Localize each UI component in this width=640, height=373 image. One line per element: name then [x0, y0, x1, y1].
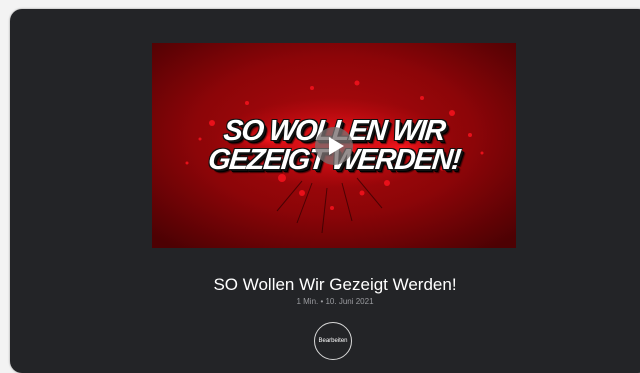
play-icon	[329, 137, 344, 155]
video-player[interactable]: SO WOLLEN WIR GEZEIGT WERDEN!	[152, 43, 516, 248]
post-meta: 1 Min. • 10. Juni 2021	[296, 297, 374, 306]
post-card: SO WOLLEN WIR GEZEIGT WERDEN! SO Wollen …	[10, 9, 640, 373]
post-title[interactable]: SO Wollen Wir Gezeigt Werden!	[10, 275, 640, 295]
edit-button[interactable]: Bearbeiten	[314, 322, 352, 360]
play-button[interactable]	[315, 127, 353, 165]
